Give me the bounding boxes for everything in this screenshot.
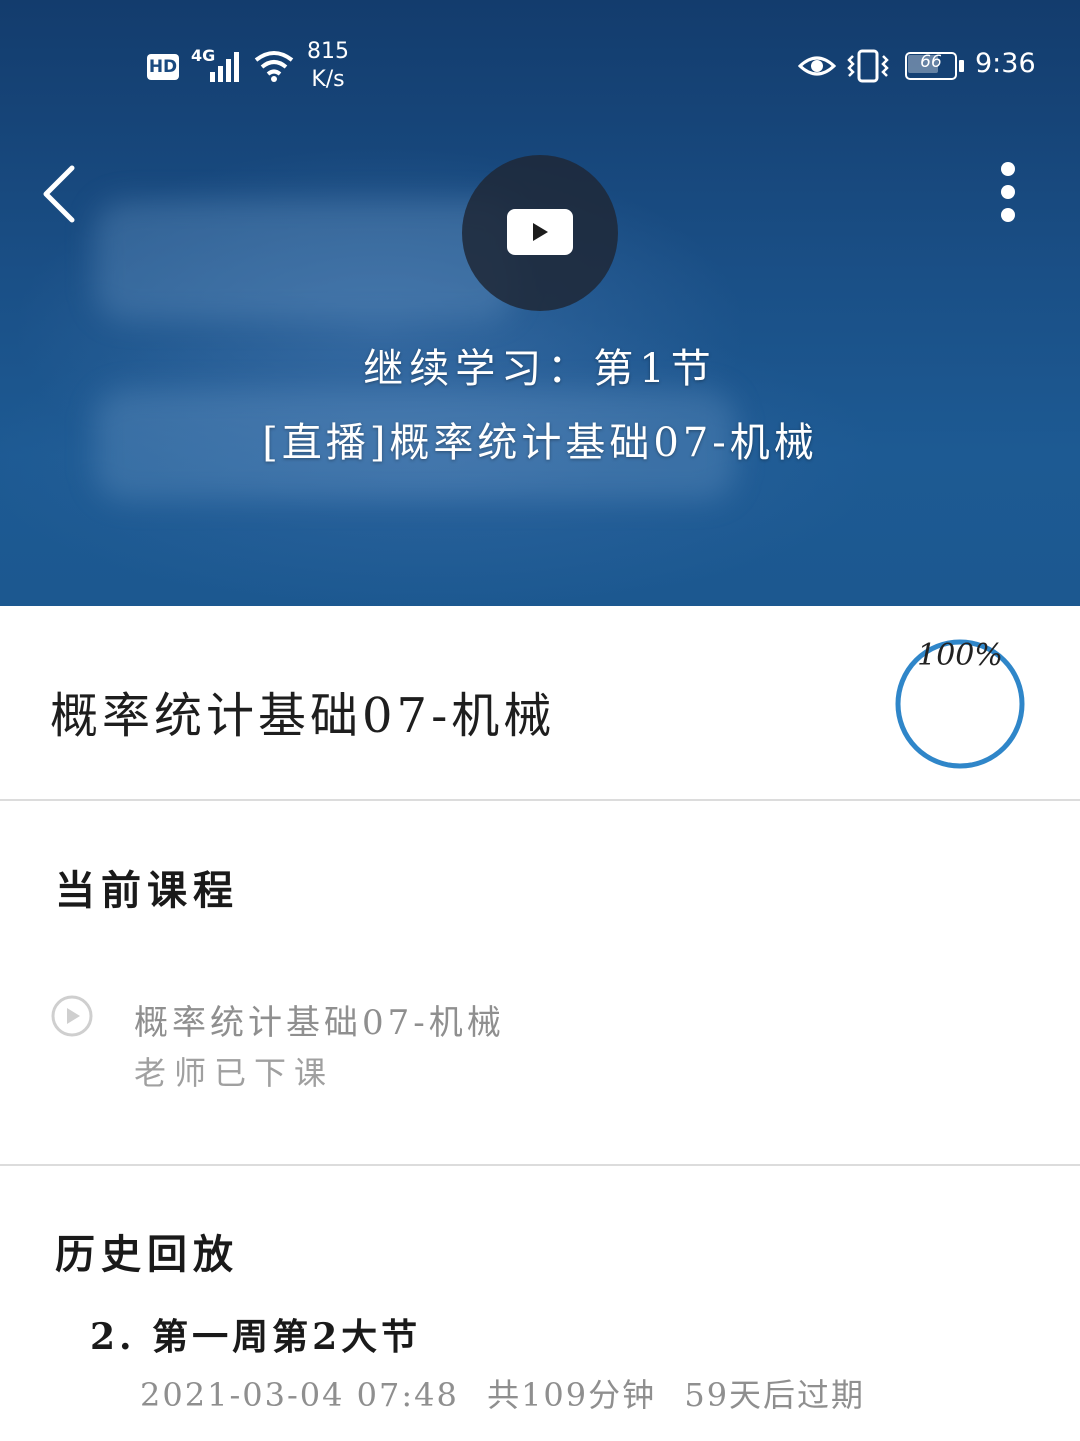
progress-percent: 100% [917,638,1003,673]
course-header: 概率统计基础07-机械 100% [0,606,1080,800]
play-circle-icon [51,995,93,1037]
continue-learning-label: 继续学习：第1节 [363,346,717,392]
history-item-date: 2021-03-04 07:48 [140,1376,459,1414]
eye-comfort-icon [798,56,836,76]
blurred-background-text [95,200,515,320]
more-options-button[interactable] [984,156,1032,232]
continue-lesson-title: [直播]概率统计基础07-机械 [262,420,818,466]
chevron-left-icon [43,165,75,223]
vibrate-icon [847,49,889,83]
current-course-heading: 当前课程 [55,867,239,914]
history-item-title: 2. 第一周第2大节 [90,1316,422,1358]
back-button[interactable] [32,160,88,226]
history-item[interactable]: 2. 第一周第2大节 2021-03-04 07:48 共109分钟 59天后过… [90,1308,1040,1428]
network-speed: 815 K/s [307,39,349,92]
signal-strength-icon [208,50,244,82]
history-item-meta: 2021-03-04 07:48 共109分钟 59天后过期 [140,1370,881,1416]
battery-icon: 66 [905,52,965,80]
battery-level: 66 [920,52,942,72]
status-bar: HD 4G 815 K/s 66 9:36 [0,34,1080,104]
hd-call-icon: HD [147,54,179,80]
video-header: HD 4G 815 K/s 66 9:36 继续学习：第1节 [直播]概率统计基… [0,0,1080,606]
play-video-button[interactable] [462,155,618,311]
more-dots-icon [1001,162,1015,176]
current-course-name: 概率统计基础07-机械 [134,1003,505,1043]
history-heading: 历史回放 [55,1231,239,1278]
divider [0,799,1080,801]
play-icon [533,223,548,241]
clock: 9:36 [975,48,1036,79]
current-course-status: 老师已下课 [134,1054,335,1092]
divider [0,1164,1080,1166]
current-course-item[interactable]: 概率统计基础07-机械 老师已下课 [48,990,1028,1100]
wifi-icon [254,51,294,82]
course-title: 概率统计基础07-机械 [50,688,556,744]
history-item-duration: 共109分钟 [487,1376,657,1414]
history-item-expiry: 59天后过期 [684,1376,866,1414]
progress-ring: 100% [894,638,1026,770]
